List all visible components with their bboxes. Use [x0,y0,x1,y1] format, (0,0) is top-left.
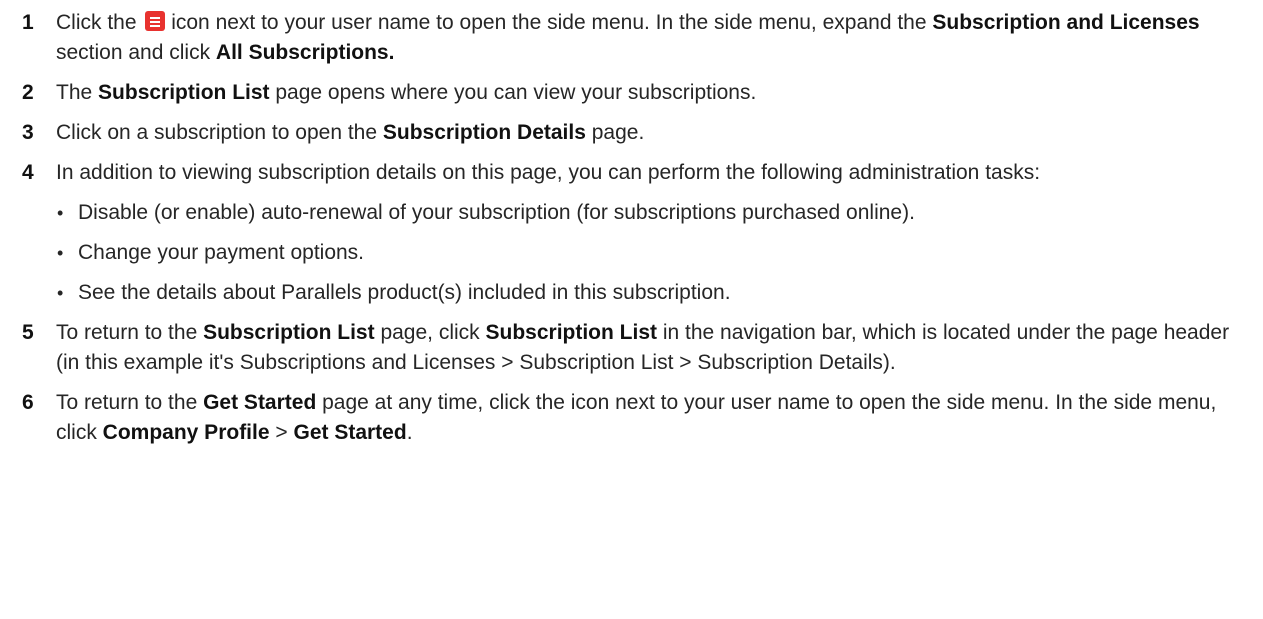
list-item: • Disable (or enable) auto-renewal of yo… [0,198,1263,228]
instructions-document: 1 Click the icon next to your user name … [0,0,1263,619]
step-number: 4 [22,161,34,184]
step-number: 1 [22,11,34,34]
step-5: 5 To return to the Subscription List pag… [0,318,1263,378]
step-number: 3 [22,121,34,144]
step-text: To return to the Subscription List page,… [56,321,1230,374]
step-number: 6 [22,391,34,414]
step-number: 5 [22,321,34,344]
step-4: 4 In addition to viewing subscription de… [0,158,1263,188]
step-6: 6 To return to the Get Started page at a… [0,388,1263,448]
bullet-icon: • [57,243,64,263]
task-list: • Disable (or enable) auto-renewal of yo… [0,198,1263,308]
step-text: The Subscription List page opens where y… [56,81,757,104]
list-item: • See the details about Parallels produc… [0,278,1263,308]
bullet-icon: • [57,283,64,303]
step-text: In addition to viewing subscription deta… [56,161,1041,184]
menu-icon [145,11,166,31]
bullet-icon: • [57,203,64,223]
step-number: 2 [22,81,34,104]
step-text: Click on a subscription to open the Subs… [56,121,645,144]
step-2: 2 The Subscription List page opens where… [0,78,1263,108]
step-3: 3 Click on a subscription to open the Su… [0,118,1263,148]
step-text: To return to the Get Started page at any… [56,391,1217,444]
step-text: Click the icon next to your user name to… [56,11,1200,64]
list-item: • Change your payment options. [0,238,1263,268]
step-1: 1 Click the icon next to your user name … [0,8,1263,68]
